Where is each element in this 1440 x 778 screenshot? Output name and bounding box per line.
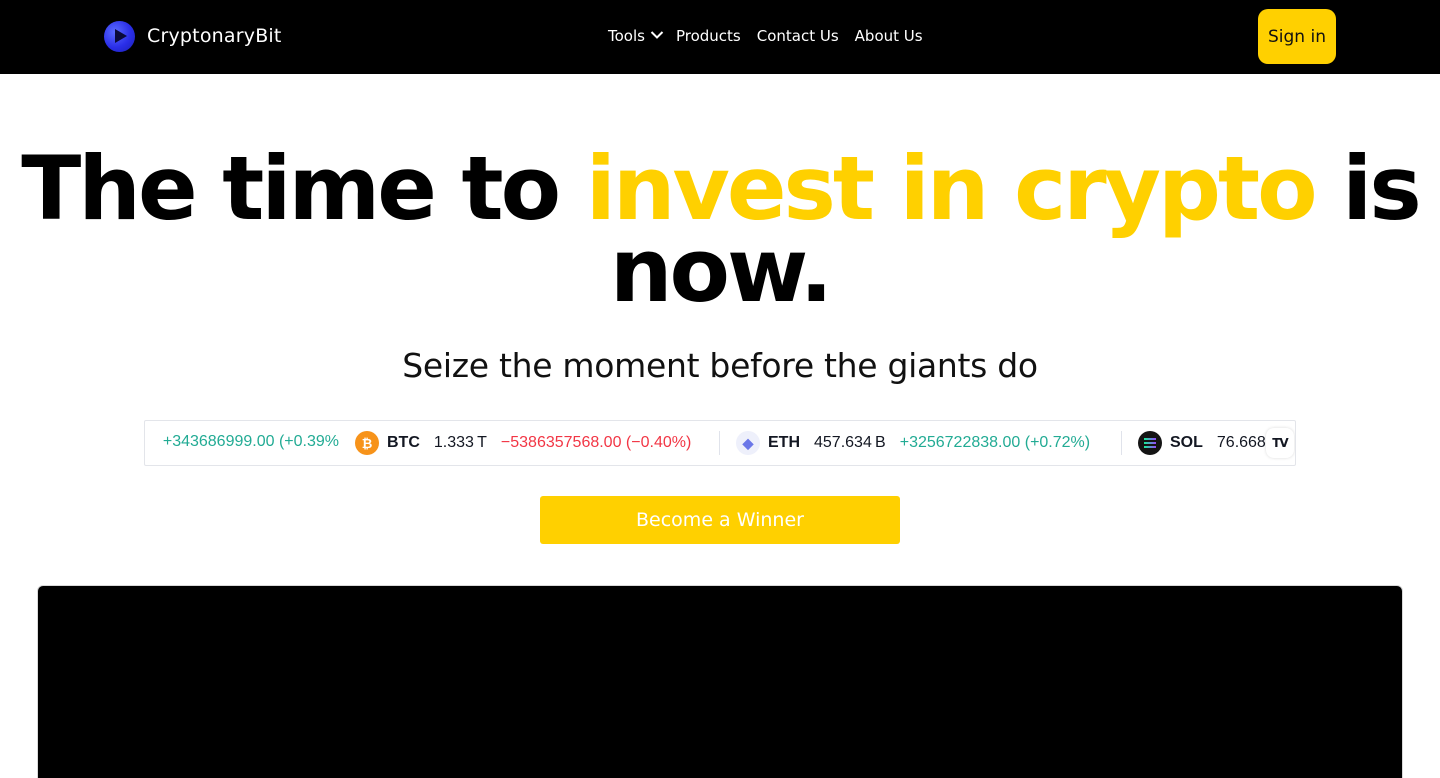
tradingview-logo-icon[interactable]: TV bbox=[1266, 428, 1294, 458]
sign-in-button[interactable]: Sign in bbox=[1258, 9, 1336, 64]
chevron-down-icon bbox=[650, 30, 664, 40]
hero-headline-part1: The time to bbox=[21, 137, 586, 240]
ticker-item-eth[interactable]: ◆ ETH 457.634 B +3256722838.00 (+0.72%) bbox=[736, 421, 1090, 465]
hero-subtitle: Seize the moment before the giants do bbox=[402, 346, 1038, 385]
nav-item-products[interactable]: Products bbox=[676, 24, 741, 48]
crypto-ticker-tape[interactable]: +343686999.00 (+0.39% ₿ BTC 1.333 T −538… bbox=[144, 420, 1296, 466]
nav-item-label: Tools bbox=[608, 27, 645, 45]
ticker-price: 457.634 B bbox=[814, 434, 886, 451]
brand-logo-icon bbox=[104, 20, 135, 52]
become-a-winner-button[interactable]: Become a Winner bbox=[540, 496, 900, 544]
nav-item-about-us[interactable]: About Us bbox=[855, 24, 923, 48]
ticker-divider bbox=[719, 431, 720, 455]
main-nav: Tools Products Contact Us About Us bbox=[608, 24, 923, 48]
ticker-price: 76.668 bbox=[1216, 434, 1266, 451]
solana-icon bbox=[1138, 431, 1162, 455]
video-player[interactable] bbox=[37, 585, 1403, 778]
brand-name: CryptonaryBit bbox=[147, 25, 282, 47]
ticker-symbol: SOL bbox=[1170, 434, 1203, 451]
nav-item-contact-us[interactable]: Contact Us bbox=[757, 24, 839, 48]
ticker-symbol: BTC bbox=[387, 434, 420, 451]
nav-item-tools[interactable]: Tools bbox=[608, 24, 664, 48]
ticker-item-btc[interactable]: ₿ BTC 1.333 T −5386357568.00 (−0.40%) bbox=[355, 421, 691, 465]
ethereum-icon: ◆ bbox=[736, 431, 760, 455]
brand-link[interactable]: CryptonaryBit bbox=[104, 20, 282, 52]
nav-item-label: Contact Us bbox=[756, 27, 839, 45]
nav-item-label: Products bbox=[675, 27, 741, 45]
ticker-item-sol[interactable]: SOL 76.668 bbox=[1138, 421, 1280, 465]
ticker-change: −5386357568.00 (−0.40%) bbox=[500, 434, 692, 451]
ticker-symbol: ETH bbox=[768, 434, 800, 451]
ticker-price: 1.333 T bbox=[433, 434, 487, 451]
ticker-change: +343686999.00 (+0.39% bbox=[162, 433, 339, 450]
ticker-divider bbox=[1121, 431, 1122, 455]
ticker-change: +3256722838.00 (+0.72%) bbox=[899, 434, 1091, 451]
nav-item-label: About Us bbox=[854, 27, 923, 45]
hero-headline: The time to invest in crypto is now. bbox=[0, 145, 1440, 315]
ticker-partial-item: +343686999.00 (+0.39% bbox=[145, 421, 341, 465]
top-navigation-bar: CryptonaryBit Tools Products Contact Us … bbox=[0, 0, 1440, 74]
bitcoin-icon: ₿ bbox=[355, 431, 379, 455]
